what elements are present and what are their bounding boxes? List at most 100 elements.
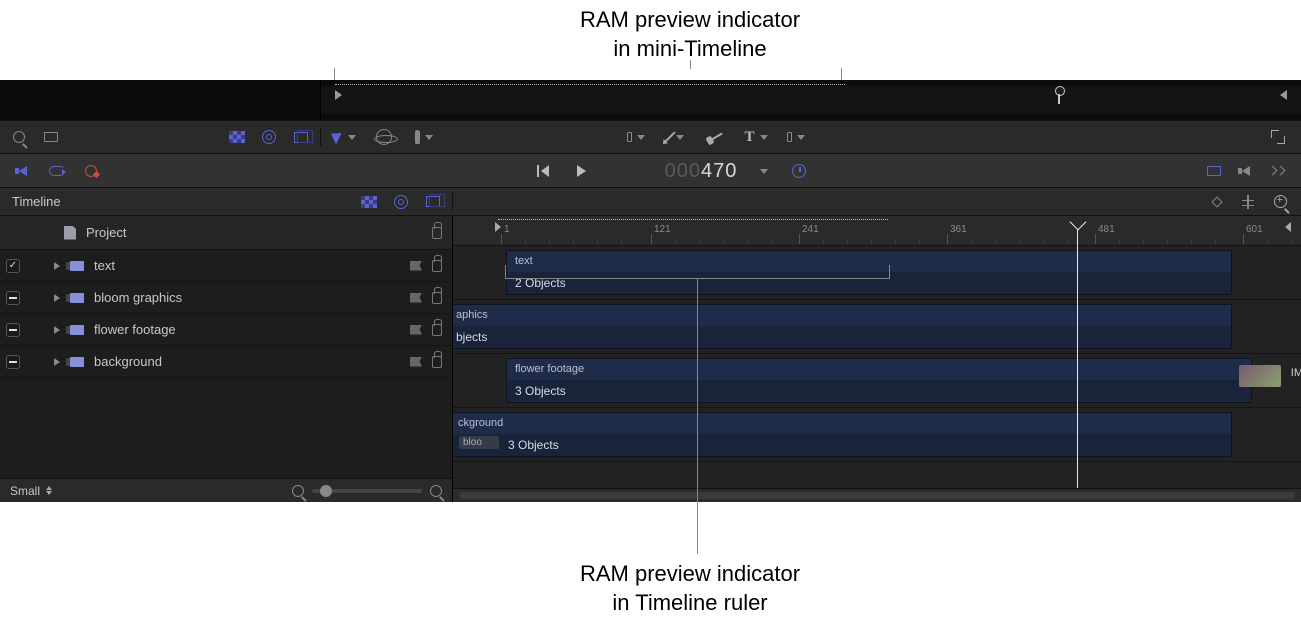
disclosure-triangle-icon[interactable] <box>54 358 60 366</box>
timecode-dropdown-icon[interactable] <box>760 169 768 174</box>
text-tool[interactable]: T <box>747 128 765 146</box>
record-icon[interactable] <box>82 162 100 180</box>
audio-meter-icon[interactable] <box>1237 162 1255 180</box>
playhead[interactable] <box>1077 216 1078 488</box>
group-icon <box>70 357 84 367</box>
search-icon[interactable] <box>10 128 28 146</box>
audio-toggle-icon[interactable] <box>14 162 32 180</box>
project-icon <box>64 226 76 240</box>
lock-icon[interactable] <box>432 292 442 304</box>
inspector-gear-icon[interactable] <box>260 128 278 146</box>
timing-clock-icon[interactable] <box>790 162 808 180</box>
layer-name: Project <box>86 225 126 240</box>
shape-tool[interactable] <box>627 128 645 146</box>
layer-row-group[interactable]: text <box>0 250 452 282</box>
lock-icon[interactable] <box>432 356 442 368</box>
3d-transform-tool[interactable] <box>375 128 393 146</box>
timeline-tab-gear-icon[interactable] <box>392 193 410 211</box>
layers-panel: Project text bloom graphics flower footage b… <box>0 216 453 502</box>
disclosure-triangle-icon[interactable] <box>54 326 60 334</box>
lock-icon[interactable] <box>432 260 442 272</box>
timeline-track[interactable]: flower footage3 ObjectsIM <box>453 354 1301 408</box>
timeline-ruler[interactable]: 1121241361481601 <box>453 216 1301 246</box>
layer-name: bloom graphics <box>94 290 182 305</box>
timeline-clip[interactable]: aphics bjects <box>453 304 1232 349</box>
visibility-checkbox[interactable] <box>6 355 20 369</box>
ruler-tick-label: 361 <box>950 224 967 235</box>
paint-tool[interactable] <box>707 128 725 146</box>
timeline-track[interactable]: ckground3 Objectsbloo <box>453 408 1301 462</box>
keyframe-nav-icon[interactable] <box>1207 193 1225 211</box>
ruler-out-marker[interactable] <box>1285 222 1291 232</box>
sub-clip[interactable]: bloo <box>459 436 499 449</box>
mini-timeline-playhead[interactable] <box>1055 88 1063 102</box>
visibility-checkbox[interactable] <box>6 323 20 337</box>
timeline-tab-video-icon[interactable] <box>360 193 378 211</box>
play-button[interactable] <box>573 162 591 180</box>
canvas-view-icon[interactable] <box>1205 162 1223 180</box>
timecode-display[interactable]: 000470 <box>665 158 769 183</box>
layer-row-project[interactable]: Project <box>0 216 452 250</box>
zoom-slider[interactable] <box>312 489 422 493</box>
fullscreen-icon[interactable] <box>1269 128 1287 146</box>
annotation-bottom: RAM preview indicator in Timeline ruler <box>520 560 860 617</box>
isolate-flag-icon[interactable] <box>410 293 422 303</box>
visibility-checkbox[interactable] <box>6 291 20 305</box>
timeline-tab-stack-icon[interactable] <box>424 193 442 211</box>
ruler-in-marker[interactable] <box>495 222 501 232</box>
ruler-tick-line <box>1095 234 1096 244</box>
pan-tool[interactable] <box>415 128 433 146</box>
ruler-ram-indicator <box>498 219 888 220</box>
ruler-tick-line <box>947 234 948 244</box>
annotation-top-leader <box>690 60 691 69</box>
isolate-flag-icon[interactable] <box>410 357 422 367</box>
annotation-bottom-bracket <box>505 265 890 279</box>
visibility-checkbox[interactable] <box>6 259 20 273</box>
lock-icon[interactable] <box>432 227 442 239</box>
disclosure-triangle-icon[interactable] <box>54 294 60 302</box>
library-checker-icon[interactable] <box>228 128 246 146</box>
clip-thumb-label: IM <box>1291 367 1301 379</box>
row-size-select[interactable]: Small <box>10 484 52 498</box>
isolate-flag-icon[interactable] <box>410 325 422 335</box>
layer-row-group[interactable]: background <box>0 346 452 378</box>
tracks-container: text2 Objectsaphicsbjectsflower footage3… <box>453 246 1301 488</box>
app-window: T 000470 Timeline <box>0 80 1301 502</box>
zoom-slider-thumb[interactable] <box>320 485 332 497</box>
zoom-out-icon[interactable] <box>292 485 304 497</box>
timecode-bright: 470 <box>701 160 737 182</box>
lock-icon[interactable] <box>432 324 442 336</box>
clip-title: aphics <box>453 305 1231 321</box>
layer-row-group[interactable]: bloom graphics <box>0 282 452 314</box>
timeline-hscrollbar[interactable] <box>453 488 1301 502</box>
snapping-icon[interactable] <box>1239 193 1257 211</box>
media-browser-icon[interactable] <box>42 128 60 146</box>
zoom-in-icon[interactable] <box>430 485 442 497</box>
select-tool[interactable] <box>335 128 353 146</box>
disclosure-triangle-icon[interactable] <box>54 262 60 270</box>
timeline-clip[interactable]: flower footage3 ObjectsIM <box>506 358 1252 403</box>
group-icon <box>70 325 84 335</box>
annotation-bottom-leader <box>697 279 698 554</box>
mini-timeline-out-marker[interactable] <box>1280 90 1287 100</box>
mask-tool[interactable] <box>787 128 805 146</box>
window-stack-icon[interactable] <box>292 128 310 146</box>
ruler-tick-line <box>1243 234 1244 244</box>
timeline-clip[interactable]: ckground3 Objects <box>453 412 1232 457</box>
clip-subtitle: bjects <box>453 326 1231 348</box>
layer-name: background <box>94 354 162 369</box>
canvas-toolbar: T <box>0 120 1301 154</box>
timecode-dim: 000 <box>665 160 701 182</box>
hud-toggle-icon[interactable] <box>1269 162 1287 180</box>
mini-timeline[interactable] <box>320 80 1301 120</box>
timeline-tracks-area[interactable]: 1121241361481601 text2 Objectsaphicsbjec… <box>453 216 1301 502</box>
mini-timeline-in-marker[interactable] <box>335 90 342 100</box>
zoom-to-fit-icon[interactable] <box>1271 193 1289 211</box>
isolate-flag-icon[interactable] <box>410 261 422 271</box>
go-to-start-button[interactable] <box>533 162 551 180</box>
timeline-hscrollbar-thumb[interactable] <box>459 492 1295 499</box>
pen-tool[interactable] <box>667 128 685 146</box>
timeline-track[interactable]: aphics bjects <box>453 300 1301 354</box>
loop-toggle-icon[interactable] <box>48 162 66 180</box>
layer-row-group[interactable]: flower footage <box>0 314 452 346</box>
